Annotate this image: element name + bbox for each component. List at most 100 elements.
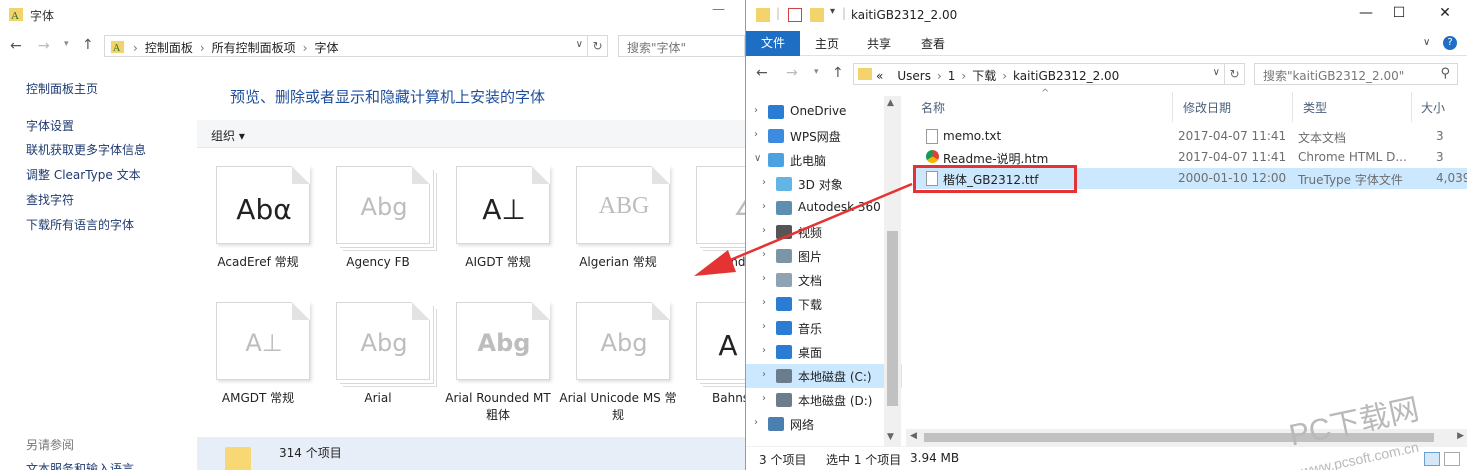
font-tile-bahnschrift[interactable]: A Bahns	[678, 298, 745, 428]
minimize-button[interactable]: —	[712, 2, 725, 17]
breadcrumb-kaiti[interactable]: kaitiGB2312_2.00	[1013, 69, 1119, 83]
sidebar-link-find-character[interactable]: 查找字符	[26, 191, 74, 208]
font-preview: A	[696, 302, 745, 380]
minimize-button[interactable]: —	[1351, 5, 1381, 21]
column-header-name[interactable]: 名称	[921, 99, 945, 116]
details-view-icon[interactable]	[1424, 452, 1440, 466]
sidebar-link-download-fonts[interactable]: 下载所有语言的字体	[26, 216, 134, 233]
breadcrumb-fonts[interactable]: 字体	[314, 41, 338, 55]
file-row[interactable]: memo.txt 2017-04-07 11:41 文本文档 3	[916, 126, 1467, 147]
column-header-type[interactable]: 类型	[1303, 99, 1327, 116]
network-icon	[768, 417, 784, 431]
recent-chevron-icon[interactable]: ▾	[64, 39, 69, 49]
expand-chevron-icon[interactable]: ›	[754, 129, 758, 140]
new-folder-icon[interactable]	[810, 8, 824, 22]
address-dropdown-icon[interactable]: ∨	[576, 39, 583, 50]
refresh-button[interactable]: ↻	[1225, 63, 1245, 85]
tab-file[interactable]: 文件	[746, 31, 800, 56]
font-preview: Abg	[576, 302, 670, 380]
nav-item-label: 桌面	[798, 346, 823, 360]
svg-text:A: A	[11, 10, 19, 22]
breadcrumb-downloads[interactable]: 下载	[972, 69, 996, 83]
font-tile-arial-rounded[interactable]: Abg Arial Rounded MT 粗体	[438, 298, 558, 428]
text-file-icon	[926, 129, 938, 144]
help-icon[interactable]: ?	[1443, 36, 1457, 50]
horizontal-scrollbar[interactable]: ◀ ▶	[906, 429, 1467, 446]
tab-share[interactable]: 共享	[867, 35, 891, 52]
up-arrow-icon[interactable]: ↑	[82, 37, 94, 53]
expand-chevron-icon[interactable]: ›	[762, 369, 766, 380]
nav-item[interactable]: ∨ 此电脑	[746, 148, 902, 172]
sidebar-link-online-fonts[interactable]: 联机获取更多字体信息	[26, 141, 146, 158]
sidebar-link-font-settings[interactable]: 字体设置	[26, 117, 74, 134]
scroll-down-icon[interactable]: ▼	[887, 432, 894, 442]
explorer-address-bar[interactable]: «Users › 1 › 下载 › kaitiGB2312_2.00 ∨	[853, 63, 1225, 85]
font-preview: A⊥	[456, 166, 550, 244]
up-arrow-icon[interactable]: ↑	[832, 65, 844, 81]
scroll-left-icon[interactable]: ◀	[910, 431, 917, 441]
scrollbar-thumb[interactable]	[924, 433, 1434, 442]
maximize-button[interactable]: ☐	[1384, 5, 1414, 21]
fonts-address-bar[interactable]: A › 控制面板 › 所有控制面板项 › 字体 ∨	[104, 35, 588, 57]
forward-arrow-icon[interactable]: →	[786, 65, 798, 81]
expand-chevron-icon[interactable]: ›	[762, 321, 766, 332]
expand-chevron-icon[interactable]: ›	[762, 345, 766, 356]
breadcrumb-all-items[interactable]: 所有控制面板项	[212, 41, 296, 55]
text-services-link[interactable]: 文本服务和输入语言	[26, 460, 134, 470]
breadcrumb-1[interactable]: 1	[948, 69, 956, 83]
nav-item[interactable]: › 网络	[746, 412, 902, 436]
expand-chevron-icon[interactable]: ›	[754, 105, 758, 116]
close-button[interactable]: ✕	[1430, 5, 1460, 21]
nav-item[interactable]: › 本地磁盘 (D:)	[746, 388, 902, 412]
font-tile-aigdt[interactable]: A⊥ AIGDT 常规	[438, 162, 558, 292]
nav-item[interactable]: › OneDrive	[746, 100, 902, 124]
fonts-toolbar: 组织 ▾	[197, 120, 745, 148]
fonts-search-input[interactable]: 搜索"字体"	[618, 35, 745, 57]
font-tile-agency-fb[interactable]: Abg Agency FB	[318, 162, 438, 292]
quick-access-dropdown-icon[interactable]: ▾	[830, 6, 835, 17]
font-tile-acadeeref[interactable]: Abα AcadEref 常规	[198, 162, 318, 292]
address-dropdown-icon[interactable]: ∨	[1213, 67, 1220, 78]
font-tile-arial-unicode[interactable]: Abg Arial Unicode MS 常规	[558, 298, 678, 428]
nav-item[interactable]: › 音乐	[746, 316, 902, 340]
properties-icon[interactable]	[788, 8, 802, 22]
font-tile-arial[interactable]: Abg Arial	[318, 298, 438, 428]
column-header-size[interactable]: 大小	[1421, 99, 1445, 116]
scroll-right-icon[interactable]: ▶	[1457, 431, 1464, 441]
desktop-icon	[776, 345, 792, 359]
explorer-search-input[interactable]: 搜索"kaitiGB2312_2.00" ⚲	[1254, 63, 1458, 85]
expand-chevron-icon[interactable]: ›	[762, 393, 766, 404]
column-header-date[interactable]: 修改日期	[1183, 99, 1231, 116]
font-preview: Abg	[336, 166, 430, 244]
tab-view[interactable]: 查看	[921, 35, 945, 52]
expand-chevron-icon[interactable]: ∨	[754, 153, 761, 164]
scroll-up-icon[interactable]: ▲	[887, 98, 894, 108]
sidebar-link-control-panel-home[interactable]: 控制面板主页	[26, 80, 98, 97]
fonts-address-icon: A	[110, 40, 125, 54]
font-tile-amgdt[interactable]: A⊥ AMGDT 常规	[198, 298, 318, 428]
expand-chevron-icon[interactable]: ›	[762, 297, 766, 308]
breadcrumb-overflow[interactable]: «	[876, 69, 883, 83]
file-type: 文本文档	[1298, 131, 1347, 145]
breadcrumb-control-panel[interactable]: 控制面板	[145, 41, 193, 55]
back-arrow-icon[interactable]: ←	[10, 38, 22, 54]
item-count: 314 个项目	[279, 446, 342, 460]
recent-chevron-icon[interactable]: ▾	[814, 67, 819, 77]
organize-button[interactable]: 组织 ▾	[211, 127, 245, 144]
file-name: memo.txt	[943, 129, 1002, 143]
breadcrumb-users[interactable]: Users	[897, 69, 931, 83]
nav-item[interactable]: › 本地磁盘 (C:)	[746, 364, 902, 388]
nav-item[interactable]: › 桌面	[746, 340, 902, 364]
back-arrow-icon[interactable]: ←	[756, 65, 768, 81]
ribbon-expand-chevron-icon[interactable]: ∨	[1423, 37, 1430, 48]
large-icons-view-icon[interactable]	[1444, 452, 1460, 466]
sidebar-link-cleartype[interactable]: 调整 ClearType 文本	[26, 166, 141, 183]
nav-item[interactable]: › 下载	[746, 292, 902, 316]
forward-arrow-icon[interactable]: →	[38, 38, 50, 54]
nav-item[interactable]: › WPS网盘	[746, 124, 902, 148]
highlight-box	[913, 165, 1077, 193]
tab-home[interactable]: 主页	[815, 35, 839, 52]
expand-chevron-icon[interactable]: ›	[754, 417, 758, 428]
font-tile-algerian[interactable]: ABG Algerian 常规	[558, 162, 678, 292]
refresh-button[interactable]: ↻	[588, 35, 608, 57]
